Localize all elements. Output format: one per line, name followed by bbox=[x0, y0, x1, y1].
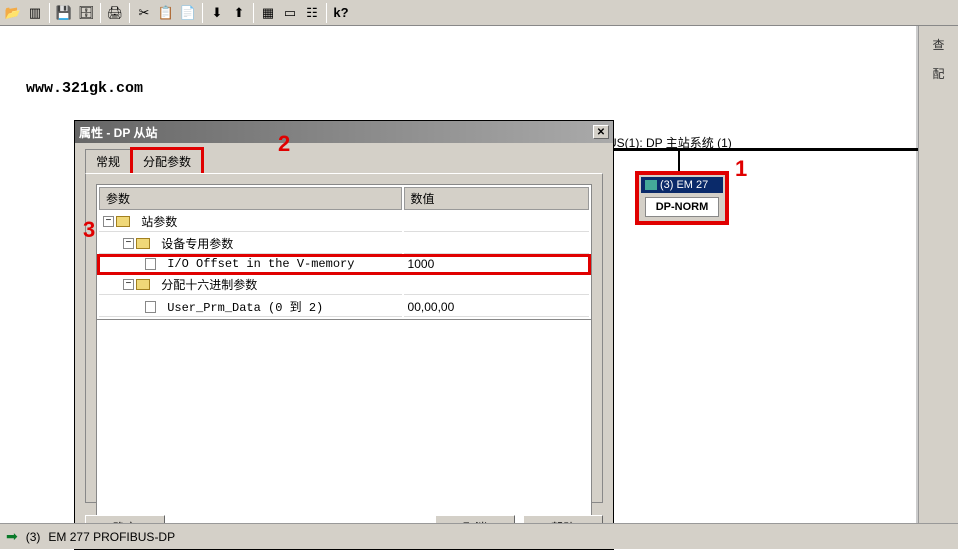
hardware-config-canvas: www.321gk.com BUS(1): DP 主站系统 (1) (3) EM… bbox=[0, 26, 918, 523]
station-name: EM 27 bbox=[676, 179, 708, 191]
saveall-icon[interactable]: 🗄 bbox=[75, 2, 97, 24]
dp-slave-properties-dialog: 属性 - DP 从站 ✕ 常规 分配参数 2 参数 数值 − 站参数 − 设备专… bbox=[74, 120, 614, 550]
upload-icon[interactable]: ⬆ bbox=[228, 2, 250, 24]
tree-group2-row[interactable]: − 分配十六进制参数 bbox=[99, 275, 589, 295]
dp-slave-station[interactable]: (3) EM 27 DP-NORM bbox=[635, 171, 729, 225]
annotation-3: 3 bbox=[83, 217, 95, 243]
annotation-1: 1 bbox=[735, 156, 747, 182]
item2-value[interactable]: 00,00,00 bbox=[404, 297, 589, 317]
tab-panel: 参数 数值 − 站参数 − 设备专用参数 I/O Offset in the V… bbox=[85, 173, 603, 503]
folder-icon bbox=[116, 216, 130, 227]
tree-item1-row[interactable]: I/O Offset in the V-memory 1000 bbox=[99, 256, 589, 273]
parameter-table: 参数 数值 − 站参数 − 设备专用参数 I/O Offset in the V… bbox=[96, 184, 592, 320]
item1-value[interactable]: 1000 bbox=[404, 256, 589, 273]
dialog-tabstrip: 常规 分配参数 bbox=[85, 151, 603, 173]
right-side-strip: 查 配 bbox=[918, 26, 958, 523]
main-toolbar: 📂 ▥ 💾 🗄 🖨 ✂ 📋 📄 ⬇ ⬆ ▦ ▭ ☷ k? bbox=[0, 0, 958, 26]
table-empty-area bbox=[96, 320, 592, 548]
download-icon[interactable]: ⬇ bbox=[206, 2, 228, 24]
item1-label: I/O Offset in the V-memory bbox=[167, 257, 354, 271]
item2-label: User_Prm_Data (0 到 2) bbox=[167, 298, 323, 315]
station-header: (3) EM 27 bbox=[641, 177, 723, 193]
annotation-2: 2 bbox=[278, 131, 290, 157]
paste-icon[interactable]: 📄 bbox=[177, 2, 199, 24]
catalog-icon[interactable]: ☷ bbox=[301, 2, 323, 24]
dialog-titlebar[interactable]: 属性 - DP 从站 ✕ bbox=[75, 121, 613, 143]
tree-root-row[interactable]: − 站参数 bbox=[99, 212, 589, 232]
col-value: 数值 bbox=[404, 187, 589, 210]
module-icon[interactable]: ▦ bbox=[257, 2, 279, 24]
copy-icon[interactable]: 📋 bbox=[155, 2, 177, 24]
group1-label: 设备专用参数 bbox=[161, 235, 233, 252]
status-arrow-icon: ➡ bbox=[6, 528, 18, 545]
collapse-icon[interactable]: − bbox=[103, 216, 114, 227]
close-icon[interactable]: ✕ bbox=[593, 125, 609, 139]
station-icon bbox=[645, 180, 657, 190]
collapse-icon[interactable]: − bbox=[123, 238, 134, 249]
network-icon[interactable]: ▭ bbox=[279, 2, 301, 24]
tree-item2-row[interactable]: User_Prm_Data (0 到 2) 00,00,00 bbox=[99, 297, 589, 317]
status-bar: ➡ (3) EM 277 PROFIBUS-DP bbox=[0, 523, 958, 549]
param-icon bbox=[145, 301, 156, 313]
folder-icon bbox=[136, 279, 150, 290]
param-icon bbox=[145, 258, 156, 270]
status-selection-addr: (3) bbox=[26, 530, 41, 544]
tab-general[interactable]: 常规 bbox=[85, 149, 131, 173]
tree-group1-row[interactable]: − 设备专用参数 bbox=[99, 234, 589, 254]
help-icon[interactable]: k? bbox=[330, 2, 352, 24]
print-icon[interactable]: 🖨 bbox=[104, 2, 126, 24]
dialog-title: 属性 - DP 从站 bbox=[79, 124, 157, 141]
group2-label: 分配十六进制参数 bbox=[161, 276, 257, 293]
root-label: 站参数 bbox=[141, 213, 177, 230]
col-parameter: 参数 bbox=[99, 187, 402, 210]
station-addr: (3) bbox=[660, 179, 673, 191]
watermark-text: www.321gk.com bbox=[26, 80, 143, 97]
folder-icon bbox=[136, 238, 150, 249]
status-selection-name: EM 277 PROFIBUS-DP bbox=[48, 530, 175, 544]
cut-icon[interactable]: ✂ bbox=[133, 2, 155, 24]
side-tab-find[interactable]: 查 bbox=[919, 30, 958, 59]
open-icon[interactable]: 📂 bbox=[2, 2, 24, 24]
station-status: DP-NORM bbox=[645, 197, 719, 217]
side-tab-config[interactable]: 配 bbox=[919, 59, 958, 88]
save-icon[interactable]: 💾 bbox=[53, 2, 75, 24]
station-icon[interactable]: ▥ bbox=[24, 2, 46, 24]
tab-assign-params[interactable]: 分配参数 bbox=[130, 147, 204, 173]
collapse-icon[interactable]: − bbox=[123, 279, 134, 290]
